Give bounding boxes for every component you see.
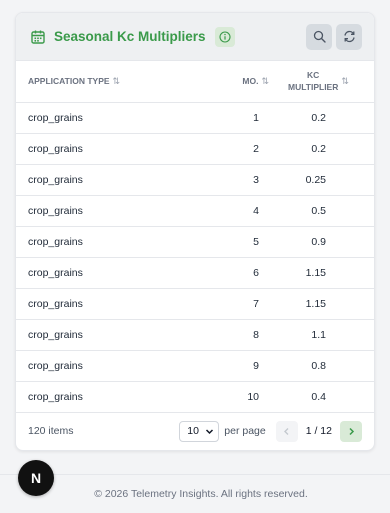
- table-row[interactable]: crop_grains 10 0.4: [16, 381, 374, 413]
- cell-month: 7: [206, 288, 276, 320]
- col-label-kc-line1: KC: [307, 70, 320, 81]
- calendar-icon: [30, 29, 46, 45]
- col-label-month: MO.: [242, 76, 259, 87]
- copyright-text: © 2026 Telemetry Insights. All rights re…: [94, 488, 308, 500]
- sort-icon: ⇅: [341, 75, 348, 86]
- cell-month: 3: [206, 164, 276, 196]
- cell-month: 2: [206, 133, 276, 165]
- chevron-down-icon: [206, 428, 214, 434]
- cell-month: 10: [206, 381, 276, 413]
- cell-kc-multiplier: 1.15: [276, 288, 374, 320]
- title-wrap: Seasonal Kc Multipliers: [30, 26, 302, 47]
- table-row[interactable]: crop_grains 6 1.15: [16, 257, 374, 289]
- cell-month: 8: [206, 319, 276, 351]
- card-title: Seasonal Kc Multipliers: [54, 29, 206, 44]
- info-icon: [218, 30, 231, 43]
- kc-table: APPLICATION TYPE ⇅ MO. ⇅ KC MULTIPLIER ⇅…: [16, 61, 374, 413]
- next-page-button[interactable]: [340, 420, 362, 442]
- search-button[interactable]: [306, 23, 332, 50]
- cell-kc-multiplier: 0.5: [276, 195, 374, 227]
- cell-month: 5: [206, 226, 276, 258]
- cell-application-type: crop_grains: [16, 226, 206, 258]
- refresh-icon: [343, 30, 355, 43]
- kc-multipliers-card: Seasonal Kc Multipliers APPLICATION TYPE…: [15, 12, 375, 451]
- nextjs-badge-letter: N: [30, 470, 42, 486]
- table-row[interactable]: crop_grains 2 0.2: [16, 133, 374, 165]
- table-body: crop_grains 1 0.2 crop_grains 2 0.2 crop_gra…: [16, 102, 374, 413]
- table-row[interactable]: crop_grains 3 0.25: [16, 164, 374, 196]
- cell-application-type: crop_grains: [16, 257, 206, 289]
- cell-application-type: crop_grains: [16, 102, 206, 134]
- cell-application-type: crop_grains: [16, 319, 206, 351]
- cell-application-type: crop_grains: [16, 350, 206, 382]
- cell-kc-multiplier: 1.15: [276, 257, 374, 289]
- cell-month: 4: [206, 195, 276, 227]
- nextjs-badge[interactable]: N: [18, 460, 54, 496]
- cell-application-type: crop_grains: [16, 288, 206, 320]
- cell-kc-multiplier: 1.1: [276, 319, 374, 351]
- card-header: Seasonal Kc Multipliers: [16, 13, 374, 61]
- chevron-right-icon: [348, 427, 354, 435]
- chevron-left-icon: [284, 427, 289, 435]
- table-row[interactable]: crop_grains 4 0.5: [16, 195, 374, 227]
- footer-divider: [0, 474, 390, 475]
- col-header-application-type[interactable]: APPLICATION TYPE ⇅: [16, 61, 206, 103]
- search-icon: [313, 30, 326, 43]
- prev-page-button[interactable]: [275, 420, 298, 442]
- sort-icon: ⇅: [261, 75, 268, 86]
- cell-application-type: crop_grains: [16, 164, 206, 196]
- table-row[interactable]: crop_grains 9 0.8: [16, 350, 374, 382]
- cell-kc-multiplier: 0.25: [276, 164, 374, 196]
- item-count: 120 items: [28, 425, 74, 437]
- per-page-value: 10: [187, 425, 199, 437]
- cell-kc-multiplier: 0.9: [276, 226, 374, 258]
- table-row[interactable]: crop_grains 1 0.2: [16, 102, 374, 134]
- col-label-kc-multiplier: KC MULTIPLIER: [288, 69, 338, 93]
- col-header-month[interactable]: MO. ⇅: [206, 61, 276, 103]
- per-page-label: per page: [224, 425, 266, 437]
- page-indicator: 1 / 12: [305, 425, 332, 437]
- table-footer: 120 items 10 per page 1 / 12: [16, 412, 374, 450]
- cell-month: 1: [206, 102, 276, 134]
- table-row[interactable]: crop_grains 8 1.1: [16, 319, 374, 351]
- refresh-button[interactable]: [336, 23, 362, 50]
- info-button[interactable]: [214, 26, 235, 47]
- cell-kc-multiplier: 0.2: [276, 102, 374, 134]
- col-label-kc-line2: MULTIPLIER: [288, 82, 339, 93]
- cell-month: 9: [206, 350, 276, 382]
- cell-month: 6: [206, 257, 276, 289]
- cell-kc-multiplier: 0.2: [276, 133, 374, 165]
- per-page-select[interactable]: 10: [179, 420, 220, 442]
- cell-kc-multiplier: 0.4: [276, 381, 374, 413]
- cell-application-type: crop_grains: [16, 381, 206, 413]
- sort-icon: ⇅: [112, 75, 120, 86]
- table-row[interactable]: crop_grains 5 0.9: [16, 226, 374, 258]
- table-row[interactable]: crop_grains 7 1.15: [16, 288, 374, 320]
- cell-application-type: crop_grains: [16, 133, 206, 165]
- cell-application-type: crop_grains: [16, 195, 206, 227]
- col-header-kc-multiplier[interactable]: KC MULTIPLIER ⇅: [276, 61, 374, 103]
- table-header-row: APPLICATION TYPE ⇅ MO. ⇅ KC MULTIPLIER ⇅: [16, 61, 374, 103]
- page: Seasonal Kc Multipliers APPLICATION TYPE…: [0, 0, 390, 513]
- col-label-application-type: APPLICATION TYPE: [28, 76, 110, 87]
- cell-kc-multiplier: 0.8: [276, 350, 374, 382]
